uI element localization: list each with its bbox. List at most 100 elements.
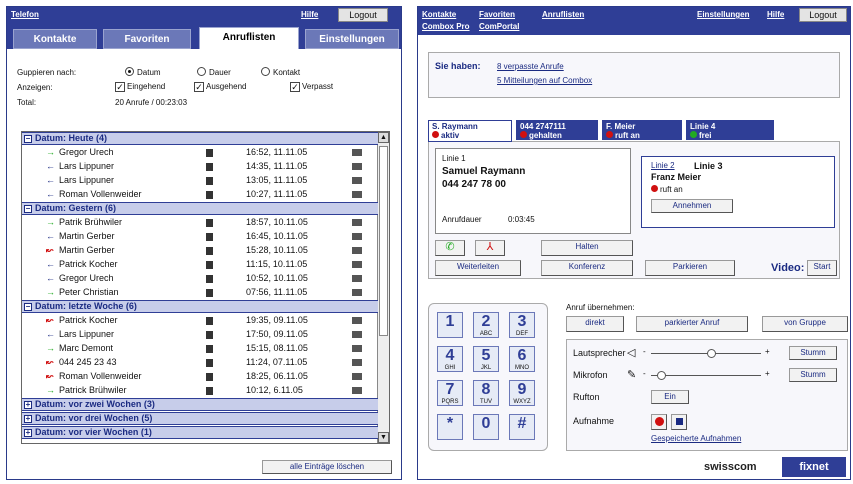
caller-name[interactable]: Patrick Kocher [59, 258, 118, 271]
call-row[interactable]: ← Patrick Kocher 11:15, 10.11.05 [22, 258, 378, 271]
speaker-slider-knob[interactable] [706, 349, 716, 358]
caller-name[interactable]: Marc Demont [59, 342, 113, 355]
pickup-parked-button[interactable]: parkierter Anruf [636, 316, 748, 332]
tab-einstellungen[interactable]: Einstellungen [305, 29, 399, 49]
call-row[interactable]: → Gregor Urech 16:52, 11.11.05 [22, 146, 378, 159]
contact-card-icon[interactable] [352, 261, 362, 268]
collapse-icon[interactable]: − [24, 205, 32, 213]
delete-all-button[interactable]: alle Einträge löschen [262, 460, 392, 474]
call-row[interactable]: ↜ Patrick Kocher 19:35, 09.11.05 [22, 314, 378, 327]
collapse-icon[interactable]: − [24, 303, 32, 311]
contact-card-icon[interactable] [352, 219, 362, 226]
keypad-key[interactable]: 8 TUV [473, 380, 499, 406]
expand-icon[interactable]: + [24, 429, 32, 437]
nav-kontakte[interactable]: Kontakte [422, 10, 456, 19]
contact-card-icon[interactable] [352, 317, 362, 324]
caller-name[interactable]: Patrick Kocher [59, 314, 118, 327]
collapse-icon[interactable]: − [24, 135, 32, 143]
missed-calls-link[interactable]: 8 verpasste Anrufe [497, 62, 564, 71]
park-button[interactable]: Parkieren [645, 260, 735, 276]
line-tab[interactable]: S. Raymann aktiv [428, 120, 512, 142]
mic-slider-knob[interactable] [657, 371, 666, 380]
group-by-duration-radio[interactable]: Dauer [197, 67, 231, 77]
call-list-scrollbar[interactable]: ▲ ▼ [377, 132, 389, 443]
contact-card-icon[interactable] [352, 359, 362, 366]
group-by-contact-radio[interactable]: Kontakt [261, 67, 300, 77]
tab-kontakte[interactable]: Kontakte [13, 29, 97, 49]
keypad-key[interactable]: * [437, 414, 463, 440]
expand-icon[interactable]: + [24, 415, 32, 423]
keypad-key[interactable]: 2 ABC [473, 312, 499, 338]
keypad-key[interactable]: 6 MNO [509, 346, 535, 372]
caller-name[interactable]: Patrik Brühwiler [59, 216, 122, 229]
video-start-button[interactable]: Start [807, 260, 837, 276]
caller-name[interactable]: 044 245 23 43 [59, 356, 117, 369]
nav-favoriten[interactable]: Favoriten [479, 10, 515, 19]
mic-mute-button[interactable]: Stumm [789, 368, 837, 382]
pickup-group-button[interactable]: von Gruppe [762, 316, 848, 332]
nav-comportal[interactable]: ComPortal [479, 22, 519, 31]
contact-card-icon[interactable] [352, 163, 362, 170]
tab-favoriten[interactable]: Favoriten [103, 29, 191, 49]
logout-button[interactable]: Logout [338, 8, 388, 22]
nav-combox-pro[interactable]: Combox Pro [422, 22, 470, 31]
contact-card-icon[interactable] [352, 191, 362, 198]
mic-slider[interactable] [651, 375, 761, 376]
keypad-key[interactable]: 9 WXYZ [509, 380, 535, 406]
contact-card-icon[interactable] [352, 289, 362, 296]
contact-card-icon[interactable] [352, 331, 362, 338]
caller-name[interactable]: Roman Vollenweider [59, 188, 142, 201]
right-logout-button[interactable]: Logout [799, 8, 847, 22]
speaker-mute-button[interactable]: Stumm [789, 346, 837, 360]
scroll-up-button[interactable]: ▲ [378, 132, 389, 143]
keypad-key[interactable]: 0 [473, 414, 499, 440]
contact-card-icon[interactable] [352, 373, 362, 380]
group-header[interactable]: + Datum: vor drei Wochen (5) [22, 412, 378, 425]
telefon-link[interactable]: Telefon [11, 10, 39, 19]
keypad-key[interactable]: 1 [437, 312, 463, 338]
line-tab[interactable]: 044 2747111 gehalten [516, 120, 598, 140]
call-row[interactable]: ← Martin Gerber 16:45, 10.11.05 [22, 230, 378, 243]
record-stop-icon[interactable] [671, 414, 687, 430]
line-tab[interactable]: Linie 4 frei [686, 120, 774, 140]
combox-messages-link[interactable]: 5 Mitteilungen auf Combox [497, 76, 592, 85]
show-missed-checkbox[interactable]: ✓ Verpasst [290, 82, 333, 92]
help-link[interactable]: Hilfe [301, 10, 318, 19]
scroll-down-button[interactable]: ▼ [378, 432, 389, 443]
pickup-direct-button[interactable]: direkt [566, 316, 624, 332]
saved-recordings-link[interactable]: Gespeicherte Aufnahmen [651, 434, 741, 443]
keypad-key[interactable]: 7 PQRS [437, 380, 463, 406]
group-header[interactable]: − Datum: Heute (4) [22, 132, 378, 145]
call-row[interactable]: ← Gregor Urech 10:52, 10.11.05 [22, 272, 378, 285]
call-row[interactable]: ↜ Roman Vollenweider 18:25, 06.11.05 [22, 370, 378, 383]
nav-einstellungen[interactable]: Einstellungen [697, 10, 749, 19]
keypad-key[interactable]: 5 JKL [473, 346, 499, 372]
caller-name[interactable]: Lars Lippuner [59, 160, 114, 173]
call-row[interactable]: ← Roman Vollenweider 10:27, 11.11.05 [22, 188, 378, 201]
group-by-date-radio[interactable]: Datum [125, 67, 161, 77]
caller-name[interactable]: Roman Vollenweider [59, 370, 142, 383]
keypad-key[interactable]: # [509, 414, 535, 440]
line2-link[interactable]: Linie 2 [651, 161, 675, 170]
caller-name[interactable]: Martin Gerber [59, 230, 115, 243]
group-header[interactable]: − Datum: letzte Woche (6) [22, 300, 378, 313]
hangup-phone-icon[interactable]: ⅄ [475, 240, 505, 256]
answer-phone-icon[interactable]: ✆ [435, 240, 465, 256]
contact-card-icon[interactable] [352, 275, 362, 282]
call-row[interactable]: → Patrick Brühwiler 10:12, 6.11.05 [22, 384, 378, 397]
hold-button[interactable]: Halten [541, 240, 633, 256]
nav-hilfe[interactable]: Hilfe [767, 10, 784, 19]
tab-anruflisten[interactable]: Anruflisten [199, 27, 299, 49]
call-row[interactable]: → Patrik Brühwiler 18:57, 10.11.05 [22, 216, 378, 229]
record-start-icon[interactable] [651, 414, 667, 430]
keypad-key[interactable]: 3 DEF [509, 312, 535, 338]
call-row[interactable]: ↜ 044 245 23 43 11:24, 07.11.05 [22, 356, 378, 369]
contact-card-icon[interactable] [352, 177, 362, 184]
contact-card-icon[interactable] [352, 233, 362, 240]
accept-call-button[interactable]: Annehmen [651, 199, 733, 213]
contact-card-icon[interactable] [352, 345, 362, 352]
caller-name[interactable]: Lars Lippuner [59, 174, 114, 187]
contact-card-icon[interactable] [352, 387, 362, 394]
contact-card-icon[interactable] [352, 247, 362, 254]
call-row[interactable]: ← Lars Lippuner 14:35, 11.11.05 [22, 160, 378, 173]
